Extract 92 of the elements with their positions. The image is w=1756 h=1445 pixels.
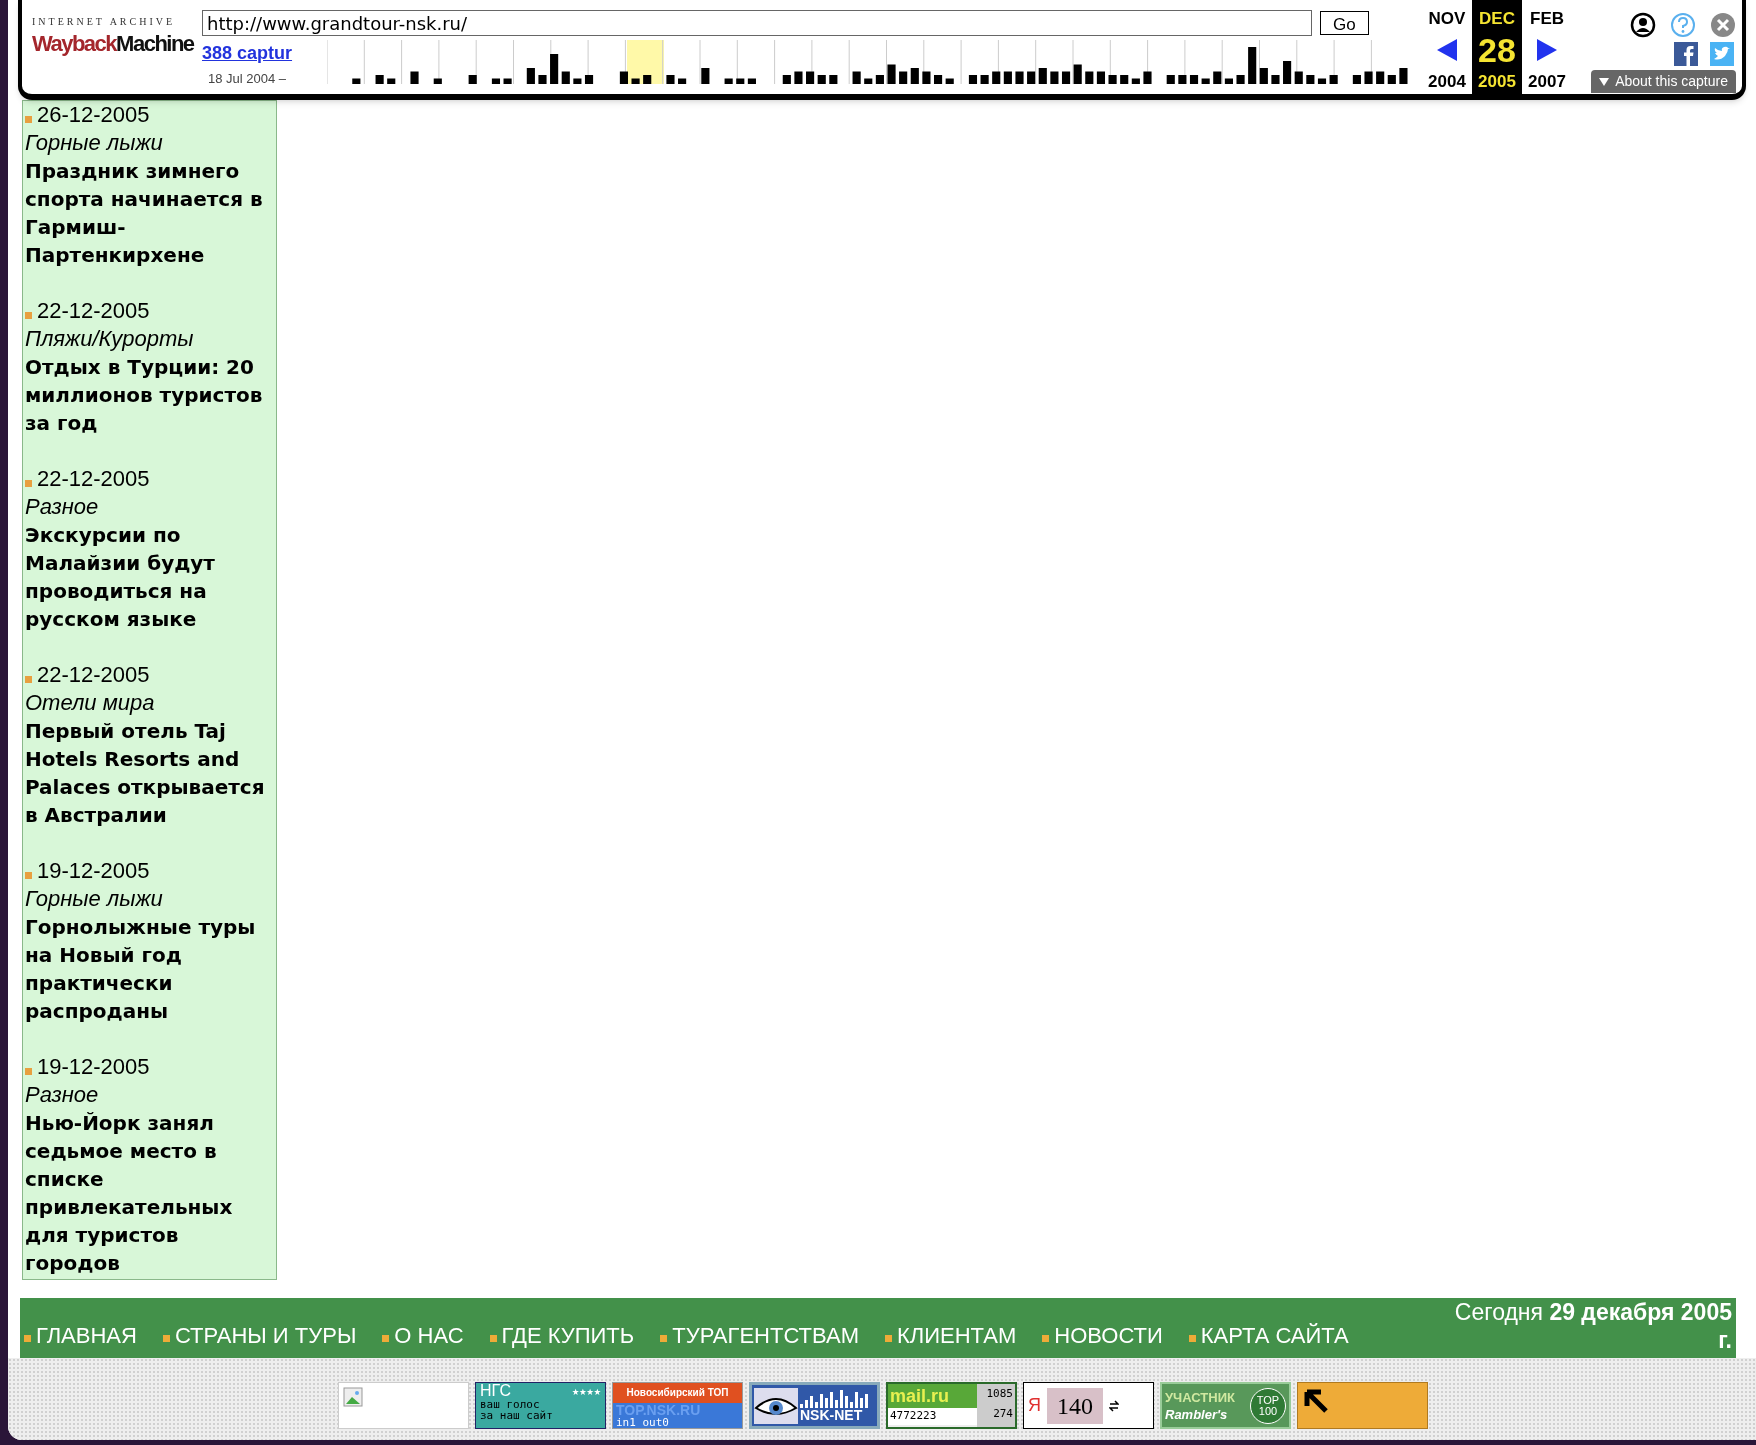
calendar-month-column[interactable]: NOV 2004 [1422, 0, 1472, 94]
nav-link[interactable]: КЛИЕНТАМ [897, 1318, 1017, 1352]
nav-link[interactable]: О НАС [394, 1318, 464, 1352]
calendar-month-column[interactable]: DEC 28 2005 [1472, 0, 1522, 94]
calendar-month-column[interactable]: FEB 2007 [1522, 0, 1572, 94]
banner-text: УЧАСТНИК [1165, 1390, 1236, 1404]
bullet-icon [382, 1334, 390, 1342]
banner-text: Новосибирский ТОП [613, 1383, 742, 1403]
arrow-icon [1304, 1389, 1330, 1415]
banner-text: 4772223 [888, 1408, 977, 1425]
previous-arrow-icon[interactable] [1437, 39, 1457, 61]
news-date: 22-12-2005 [37, 661, 150, 689]
bullet-icon [24, 1334, 31, 1342]
bullet-icon [162, 1334, 170, 1342]
banner-text: ваш голос [480, 1399, 540, 1410]
about-capture-button[interactable]: About this capture [1591, 70, 1736, 93]
bullet-icon [489, 1334, 497, 1342]
news-date: 22-12-2005 [37, 465, 150, 493]
news-date: 26-12-2005 [37, 101, 150, 129]
bullet-icon [660, 1334, 668, 1342]
bullet-icon [25, 871, 32, 879]
banner-text: 274 [993, 1406, 1013, 1422]
news-date: 19-12-2005 [37, 1053, 150, 1081]
bullet-icon [1042, 1334, 1050, 1342]
news-headline-link[interactable]: Горнолыжные туры на Новый год практически распроданы [25, 913, 276, 1025]
bullet-icon [25, 479, 32, 487]
news-category: Отели мира [25, 689, 156, 717]
rating-stars-text: ★★★★ [572, 1385, 601, 1399]
next-arrow-icon[interactable] [1537, 39, 1557, 61]
day-number: 28 [1478, 33, 1516, 67]
bullet-icon [25, 1067, 32, 1075]
yandex-banner[interactable]: Я 140 [1023, 1382, 1154, 1429]
banner-text: 1085 [986, 1386, 1013, 1402]
mailru-banner[interactable]: mail.ru 4772223 1085 274 [886, 1382, 1017, 1429]
year-label: 2005 [1478, 70, 1516, 93]
banner-text: mail.ru [888, 1384, 977, 1408]
bullet-icon [1188, 1334, 1196, 1342]
go-button[interactable]: Go [1320, 11, 1369, 35]
broken-image-icon [343, 1387, 363, 1407]
news-category: Горные лыжи [25, 129, 164, 157]
month-label: FEB [1530, 8, 1564, 30]
captures-link[interactable]: 388 captur [202, 40, 327, 67]
banner-text: Rambler's [1165, 1407, 1229, 1421]
banner-text: Я [1028, 1394, 1041, 1417]
capture-range-text: 18 Jul 2004 – [207, 70, 288, 88]
signal-bars-icon [800, 1389, 870, 1408]
eye-icon [754, 1387, 798, 1424]
nav-link[interactable]: НОВОСТИ [1054, 1318, 1163, 1352]
year-label: 2004 [1428, 70, 1466, 93]
bullet-icon [25, 115, 32, 123]
archive-brand-text: INTERNET ARCHIVE [32, 15, 177, 29]
news-category: Пляжи/Курорты [25, 325, 195, 353]
ngs-banner[interactable]: НГС ★★★★ ваш голос за наш сайт [475, 1382, 606, 1429]
banner-text: in1 out0 [616, 1417, 670, 1428]
banner-text: НГС [480, 1383, 512, 1399]
rambler-banner[interactable]: УЧАСТНИК Rambler's TOP 100 [1160, 1382, 1291, 1429]
url-field[interactable]: http://www.grandtour-nsk.ru/ [202, 10, 1312, 36]
banner-text: NSK-NET [800, 1407, 864, 1422]
news-date: 22-12-2005 [37, 297, 150, 325]
news-category: Разное [25, 493, 100, 521]
user-icon[interactable] [1630, 12, 1656, 38]
bullet-icon [25, 675, 32, 683]
news-category: Горные лыжи [25, 885, 164, 913]
month-label: NOV [1428, 8, 1466, 30]
month-label: DEC [1479, 8, 1515, 30]
banner-text: за наш сайт [480, 1410, 554, 1421]
nav-link[interactable]: ГДЕ КУПИТЬ [501, 1318, 635, 1352]
top-100-badge: TOP 100 [1250, 1387, 1286, 1424]
news-headline-link[interactable]: Отдых в Турции: 20 миллионов туристов за год [25, 353, 276, 437]
dropdown-triangle-icon [1599, 77, 1610, 86]
news-headline-link[interactable]: Экскурсии по Малайзии будут проводиться на русском языке [25, 521, 276, 633]
nav-link[interactable]: ТУРАГЕНТСТВАМ [672, 1318, 859, 1352]
news-headline-link[interactable]: Праздник зимнего спорта начинается в Гармиш-Партенкирхене [25, 157, 276, 269]
nav-link[interactable]: КАРТА САЙТА [1200, 1318, 1349, 1352]
facebook-icon[interactable] [1674, 42, 1698, 66]
news-headline-link[interactable]: Нью-Йорк занял седьмое место в списке привлекательных для туристов городов [25, 1109, 276, 1277]
capture-timeline-drawing[interactable] [327, 40, 1409, 84]
today-date-text: Сегодня 29 декабря 2005 г. [1453, 1298, 1732, 1354]
nsk-net-banner[interactable]: NSK-NET [749, 1382, 880, 1429]
close-icon[interactable] [1710, 12, 1736, 38]
banner-text: 140 [1047, 1387, 1103, 1424]
nav-link[interactable]: ГЛАВНАЯ [36, 1318, 137, 1352]
nav-link[interactable]: СТРАНЫ И ТУРЫ [174, 1318, 357, 1352]
bullet-icon [25, 311, 32, 319]
news-headline-link[interactable]: Первый отель Taj Hotels Resorts and Palaces открывается в Австралии [25, 717, 276, 829]
bullet-icon [885, 1334, 892, 1342]
news-category: Разное [25, 1081, 100, 1109]
arrow-banner[interactable] [1297, 1382, 1428, 1429]
news-date: 19-12-2005 [37, 857, 150, 885]
refresh-icon [1109, 1399, 1119, 1412]
year-label: 2007 [1528, 70, 1566, 93]
wayback-logo[interactable]: WaybackMachine [32, 29, 194, 59]
